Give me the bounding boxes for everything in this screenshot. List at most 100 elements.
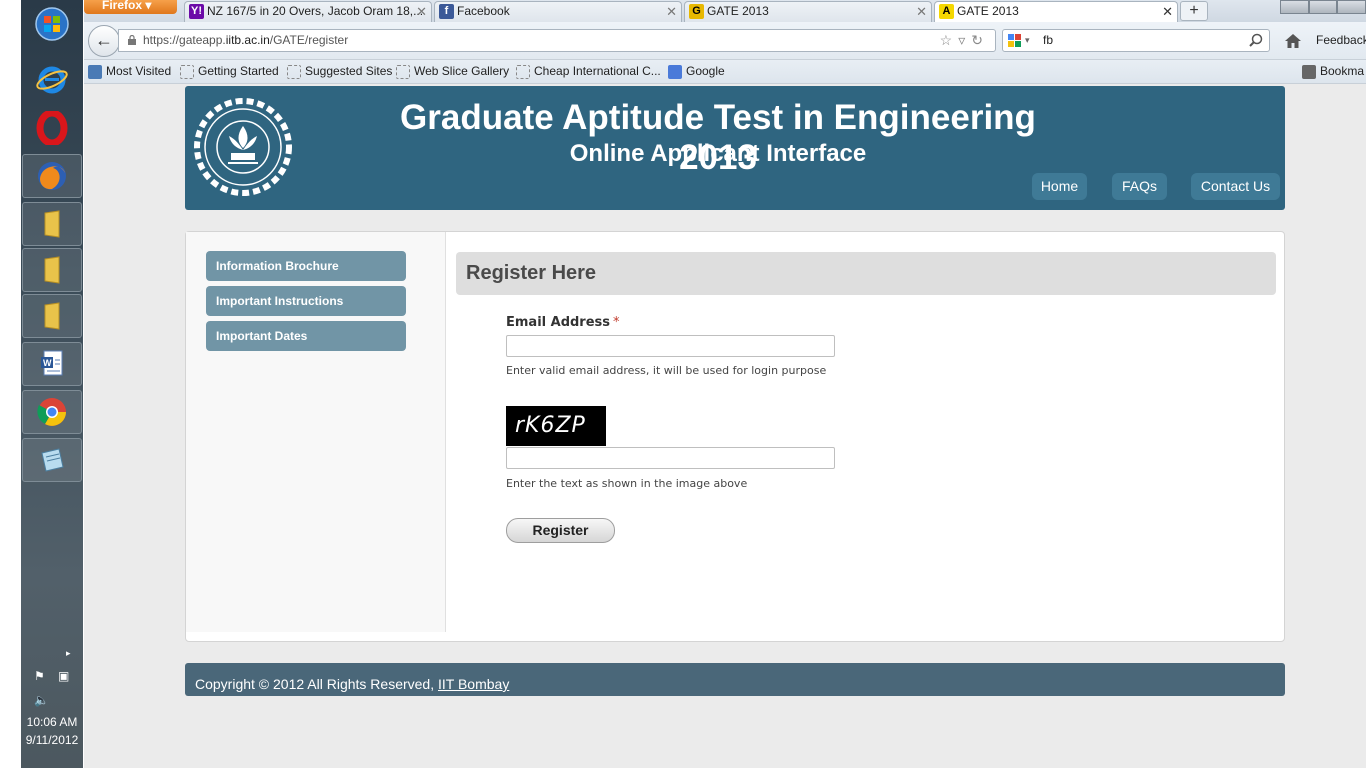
search-bar[interactable]: ▾ fb: [1002, 29, 1270, 52]
volume-icon[interactable]: 🔈: [34, 693, 49, 707]
page-icon: [516, 65, 530, 79]
close-icon[interactable]: ✕: [416, 2, 427, 21]
taskbar-app[interactable]: [22, 438, 82, 482]
email-input[interactable]: [506, 335, 835, 357]
search-icon[interactable]: [1249, 33, 1263, 47]
taskbar-folder-3[interactable]: [22, 294, 82, 338]
windows-orb-icon: [35, 7, 69, 41]
taskbar-chrome[interactable]: [22, 390, 82, 434]
tab-1[interactable]: Y! NZ 167/5 in 20 Overs, Jacob Oram 18,.…: [184, 1, 432, 22]
page-icon: [287, 65, 301, 79]
new-tab-button[interactable]: +: [1180, 1, 1208, 21]
back-arrow-icon: ←: [95, 30, 113, 50]
captcha-input[interactable]: [506, 447, 835, 469]
sidebar-item-important-dates[interactable]: Important Dates: [206, 321, 406, 351]
sidebar: Information Brochure Important Instructi…: [186, 232, 446, 632]
nav-home[interactable]: Home: [1032, 173, 1087, 200]
bookmark-google[interactable]: Google: [668, 60, 725, 83]
bookmark-web-slice-gallery[interactable]: Web Slice Gallery: [396, 60, 509, 83]
tab-4-active[interactable]: A GATE 2013 ✕: [934, 1, 1178, 22]
firefox-icon: [38, 162, 66, 190]
page-icon: [396, 65, 410, 79]
yahoo-icon: Y!: [189, 4, 204, 19]
url-bar[interactable]: https://gateapp.iitb.ac.in/GATE/register…: [118, 29, 996, 52]
bookmarks-menu-label: Bookma: [1320, 64, 1365, 78]
firefox-menu-label: Firefox: [102, 0, 143, 12]
firefox-menu-button[interactable]: Firefox ▾: [84, 0, 177, 14]
taskbar-word[interactable]: W: [22, 342, 82, 386]
email-hint: Enter valid email address, it will be us…: [506, 364, 827, 377]
g-icon: G: [689, 4, 704, 19]
bookmark-star-icon[interactable]: ☆: [940, 32, 959, 48]
iit-bombay-logo: [194, 98, 292, 196]
folder-icon: [44, 302, 60, 330]
page-icon: [180, 65, 194, 79]
start-button[interactable]: [22, 2, 82, 46]
navigation-bar: ← https://gateapp.iitb.ac.in/GATE/regist…: [84, 22, 1366, 60]
clock-time[interactable]: 10:06 AM: [22, 715, 82, 729]
bookmark-suggested-sites[interactable]: Suggested Sites: [287, 60, 392, 83]
tab-label: Facebook: [457, 4, 510, 18]
bookmark-getting-started[interactable]: Getting Started: [180, 60, 279, 83]
bookmark-label: Suggested Sites: [305, 64, 393, 78]
bookmark-cheap-international[interactable]: Cheap International C...: [516, 60, 661, 83]
registration-form: Register Here Email Address * Enter valid…: [456, 232, 1276, 632]
chrome-icon: [37, 398, 66, 426]
close-icon[interactable]: ✕: [666, 2, 677, 21]
taskbar-opera[interactable]: [22, 106, 82, 150]
network-icon[interactable]: ▣: [58, 669, 69, 683]
maximize-button[interactable]: [1308, 0, 1338, 14]
lock-icon: [128, 35, 136, 45]
tray-expand-icon[interactable]: ▸: [66, 648, 71, 659]
captcha-hint: Enter the text as shown in the image abo…: [506, 477, 748, 490]
search-engine-dropdown-icon[interactable]: ▾: [1025, 30, 1030, 51]
tab-2[interactable]: f Facebook ✕: [434, 1, 682, 22]
iit-bombay-link[interactable]: IIT Bombay: [438, 676, 509, 692]
dropdown-icon[interactable]: ▿: [958, 32, 971, 48]
clock-date[interactable]: 9/11/2012: [22, 733, 82, 747]
bookmarks-menu-button[interactable]: Bookma: [1302, 60, 1364, 83]
folder-icon: [44, 256, 60, 284]
url-path: /GATE/register: [269, 33, 349, 47]
taskbar-ie[interactable]: [22, 58, 82, 102]
nav-contact-us[interactable]: Contact Us: [1191, 173, 1280, 200]
reload-icon[interactable]: ↻: [971, 32, 989, 48]
content-panel: Information Brochure Important Instructi…: [185, 231, 1285, 642]
sidebar-item-information-brochure[interactable]: Information Brochure: [206, 251, 406, 281]
back-button[interactable]: ←: [88, 25, 120, 57]
tab-label: GATE 2013: [957, 4, 1019, 18]
taskbar-folder-1[interactable]: [22, 202, 82, 246]
browser-window: Firefox ▾ Y! NZ 167/5 in 20 Overs, Jacob…: [84, 0, 1366, 768]
bookmark-label: Most Visited: [106, 64, 172, 78]
close-icon[interactable]: ✕: [916, 2, 927, 21]
bookmarks-star-icon: [1302, 65, 1316, 79]
most-visited-icon: [88, 65, 102, 79]
email-label: Email Address *: [506, 315, 620, 330]
folder-icon: [44, 210, 60, 238]
word-document-icon: W: [41, 350, 63, 376]
taskbar-firefox[interactable]: [22, 154, 82, 198]
bookmark-most-visited[interactable]: Most Visited: [88, 60, 171, 83]
facebook-icon: f: [439, 4, 454, 19]
search-value: fb: [1043, 33, 1054, 47]
site-footer: Copyright © 2012 All Rights Reserved, II…: [185, 663, 1285, 696]
close-window-button[interactable]: [1337, 0, 1366, 14]
internet-explorer-icon: [36, 66, 68, 94]
window-controls: [1280, 0, 1366, 14]
feedback-button[interactable]: Feedback: [1316, 33, 1366, 47]
taskbar-folder-2[interactable]: [22, 248, 82, 292]
tab-3[interactable]: G GATE 2013 ✕: [684, 1, 932, 22]
register-button[interactable]: Register: [506, 518, 615, 543]
required-marker: *: [613, 315, 620, 330]
bookmark-label: Web Slice Gallery: [414, 64, 510, 78]
form-heading: Register Here: [456, 252, 1276, 295]
bookmark-label: Cheap International C...: [534, 64, 661, 78]
close-icon[interactable]: ✕: [1162, 2, 1173, 21]
tab-label: NZ 167/5 in 20 Overs, Jacob Oram 18,...: [207, 4, 424, 18]
nav-faqs[interactable]: FAQs: [1112, 173, 1167, 200]
minimize-button[interactable]: [1280, 0, 1309, 14]
bookmark-label: Getting Started: [198, 64, 279, 78]
sidebar-item-important-instructions[interactable]: Important Instructions: [206, 286, 406, 316]
action-center-icon[interactable]: ⚑: [34, 669, 45, 683]
home-icon[interactable]: [1284, 32, 1302, 50]
